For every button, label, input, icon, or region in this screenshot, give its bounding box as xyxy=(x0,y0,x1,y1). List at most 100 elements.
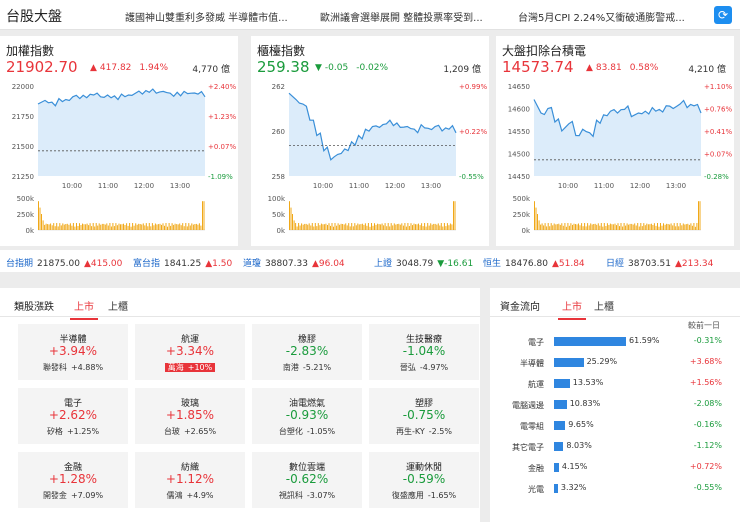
x-tick-label: 12:00 xyxy=(134,182,154,190)
volume-bar xyxy=(83,224,85,230)
volume-bar xyxy=(552,225,554,230)
volume-bar xyxy=(398,223,400,230)
flow-tab-listed[interactable]: 上市 xyxy=(558,298,586,320)
volume-bar xyxy=(80,225,82,230)
volume-bar xyxy=(449,223,451,230)
index-panel[interactable]: 櫃檯指數 259.38 ▼ -0.05 -0.02% 1,209 億 262 +0.99% 26… xyxy=(251,36,489,246)
ticker-item[interactable]: 上證 3048.79 ▼-16.61 xyxy=(374,256,473,269)
x-tick-label: 13:00 xyxy=(421,182,441,190)
index-value: 14573.74 xyxy=(502,58,574,76)
leader-stock: 再生-KY xyxy=(396,427,425,436)
volume-bar xyxy=(355,225,357,230)
ticker-item[interactable]: 道瓊 38807.33 ▲96.04 xyxy=(243,256,345,269)
volume-bar xyxy=(179,223,181,230)
volume-bar xyxy=(437,223,439,230)
volume-bar xyxy=(535,207,537,230)
volume-bar xyxy=(301,223,303,230)
sector-card[interactable]: 運動休閒 -0.59% 復盛應用 -1.65% xyxy=(369,452,479,508)
flow-row[interactable]: 其它電子 8.03% -1.12% xyxy=(490,439,740,455)
sector-card[interactable]: 航運 +3.34% 萬海 +10% xyxy=(135,324,245,380)
volume-bar xyxy=(679,223,681,230)
tab-otc[interactable]: 上櫃 xyxy=(108,298,128,313)
leader-change: -1.65% xyxy=(427,491,457,500)
volume-bar xyxy=(113,226,115,230)
flow-tab-otc[interactable]: 上櫃 xyxy=(594,298,614,313)
leader-change: +2.65% xyxy=(183,427,217,436)
volume-bar xyxy=(327,225,328,230)
ticker-item[interactable]: 富台指 1841.25 ▲1.50 xyxy=(133,256,232,269)
volume-bar xyxy=(188,223,190,230)
flow-change: +0.72% xyxy=(689,462,722,471)
ticker-item[interactable]: 日經 38703.51 ▲213.34 xyxy=(606,256,713,269)
sector-leader: 晉弘 -4.97% xyxy=(369,362,479,373)
flow-row[interactable]: 金融 4.15% +0.72% xyxy=(490,460,740,476)
flow-row[interactable]: 半導體 25.29% +3.68% xyxy=(490,355,740,371)
leader-stock: 聯發科 xyxy=(42,363,67,372)
refresh-icon[interactable]: ⟳ xyxy=(714,6,732,24)
volume-bar xyxy=(620,223,622,230)
sector-card[interactable]: 半導體 +3.94% 聯發科 +4.88% xyxy=(18,324,128,380)
flow-row[interactable]: 航運 13.53% +1.56% xyxy=(490,376,740,392)
sector-card[interactable]: 生技醫療 -1.04% 晉弘 -4.97% xyxy=(369,324,479,380)
y-tick-label: 258 xyxy=(272,173,285,181)
trade-volume: 4,210 億 xyxy=(688,65,726,75)
volume-bar xyxy=(425,226,427,230)
index-panel[interactable]: 大盤扣除台積電 14573.74 ▲ 83.81 0.58% 4,210 億 14650 +1… xyxy=(496,36,734,246)
x-tick-label: 13:00 xyxy=(170,182,190,190)
flow-row[interactable]: 光電 3.32% -0.55% xyxy=(490,481,740,497)
flow-row[interactable]: 電零組 9.65% -0.16% xyxy=(490,418,740,434)
sector-card[interactable]: 金融 +1.28% 開發金 +7.09% xyxy=(18,452,128,508)
volume-bar xyxy=(393,223,395,230)
sector-card[interactable]: 紡織 +1.12% 儒鴻 +4.9% xyxy=(135,452,245,508)
volume-bar xyxy=(180,225,182,230)
sector-change: -0.75% xyxy=(402,408,446,422)
volume-bar xyxy=(95,223,97,230)
volume-bar xyxy=(296,226,298,230)
sector-change: +3.34% xyxy=(165,344,215,358)
volume-bar xyxy=(203,201,205,230)
ticker-item[interactable]: 台指期 21875.00 ▲415.00 xyxy=(6,256,122,269)
volume-bar xyxy=(575,224,576,230)
ticker-item[interactable]: 恒生 18476.80 ▲51.84 xyxy=(483,256,585,269)
volume-bar xyxy=(195,223,197,230)
pct-tick-label: +2.40% xyxy=(208,83,236,91)
volume-bar xyxy=(164,225,165,230)
sector-card[interactable]: 塑膠 -0.75% 再生-KY -2.5% xyxy=(369,388,479,444)
leader-stock: 萬海 xyxy=(167,363,184,372)
sector-card[interactable]: 電子 +2.62% 矽格 +1.25% xyxy=(18,388,128,444)
volume-bar xyxy=(322,224,324,230)
volume-tick-label: 0k xyxy=(25,227,34,235)
volume-bar xyxy=(112,223,114,230)
sector-card[interactable]: 玻璃 +1.85% 台玻 +2.65% xyxy=(135,388,245,444)
volume-bar xyxy=(390,223,392,230)
volume-bar xyxy=(316,226,318,230)
news-headline-3[interactable]: 台灣5月CPI 2.24%又衝破通膨警戒... xyxy=(518,9,688,24)
sector-card[interactable]: 油電燃氣 -0.93% 台塑化 -1.05% xyxy=(252,388,362,444)
fund-flow-title: 資金流向 xyxy=(500,302,540,313)
news-headline-1[interactable]: 護國神山雙重利多發威 半導體市值... xyxy=(125,9,290,24)
volume-bar xyxy=(681,225,683,230)
tab-listed[interactable]: 上市 xyxy=(70,298,98,320)
volume-bar xyxy=(139,224,141,230)
flow-percent: 25.29% xyxy=(586,357,618,366)
volume-bar xyxy=(372,225,374,230)
volume-bar xyxy=(386,226,388,230)
sector-card[interactable]: 橡膠 -2.83% 南港 -5.21% xyxy=(252,324,362,380)
volume-bar xyxy=(625,225,627,230)
x-tick-label: 10:00 xyxy=(558,182,578,190)
volume-bar xyxy=(289,201,290,230)
volume-bar xyxy=(673,223,675,230)
volume-bar xyxy=(320,223,322,230)
flow-row[interactable]: 電子 61.59% -0.31% xyxy=(490,334,740,350)
leader-stock: 復盛應用 xyxy=(391,491,424,500)
sector-change: +1.12% xyxy=(165,472,215,486)
index-panel[interactable]: 加權指數 21902.70 ▲ 417.82 1.94% 4,770 億 22000 +2.4… xyxy=(0,36,238,246)
sector-card[interactable]: 數位雲端 -0.62% 視訊科 -3.07% xyxy=(252,452,362,508)
news-headline-2[interactable]: 歐洲議會選舉展開 整體投票率受到... xyxy=(320,9,490,24)
volume-tick-label: 100k xyxy=(268,195,286,203)
volume-bar xyxy=(104,224,106,230)
flow-row[interactable]: 電腦週邊 10.83% -2.08% xyxy=(490,397,740,413)
volume-bar xyxy=(65,224,67,230)
pct-tick-label: -1.09% xyxy=(208,173,233,181)
volume-bar xyxy=(556,224,558,230)
